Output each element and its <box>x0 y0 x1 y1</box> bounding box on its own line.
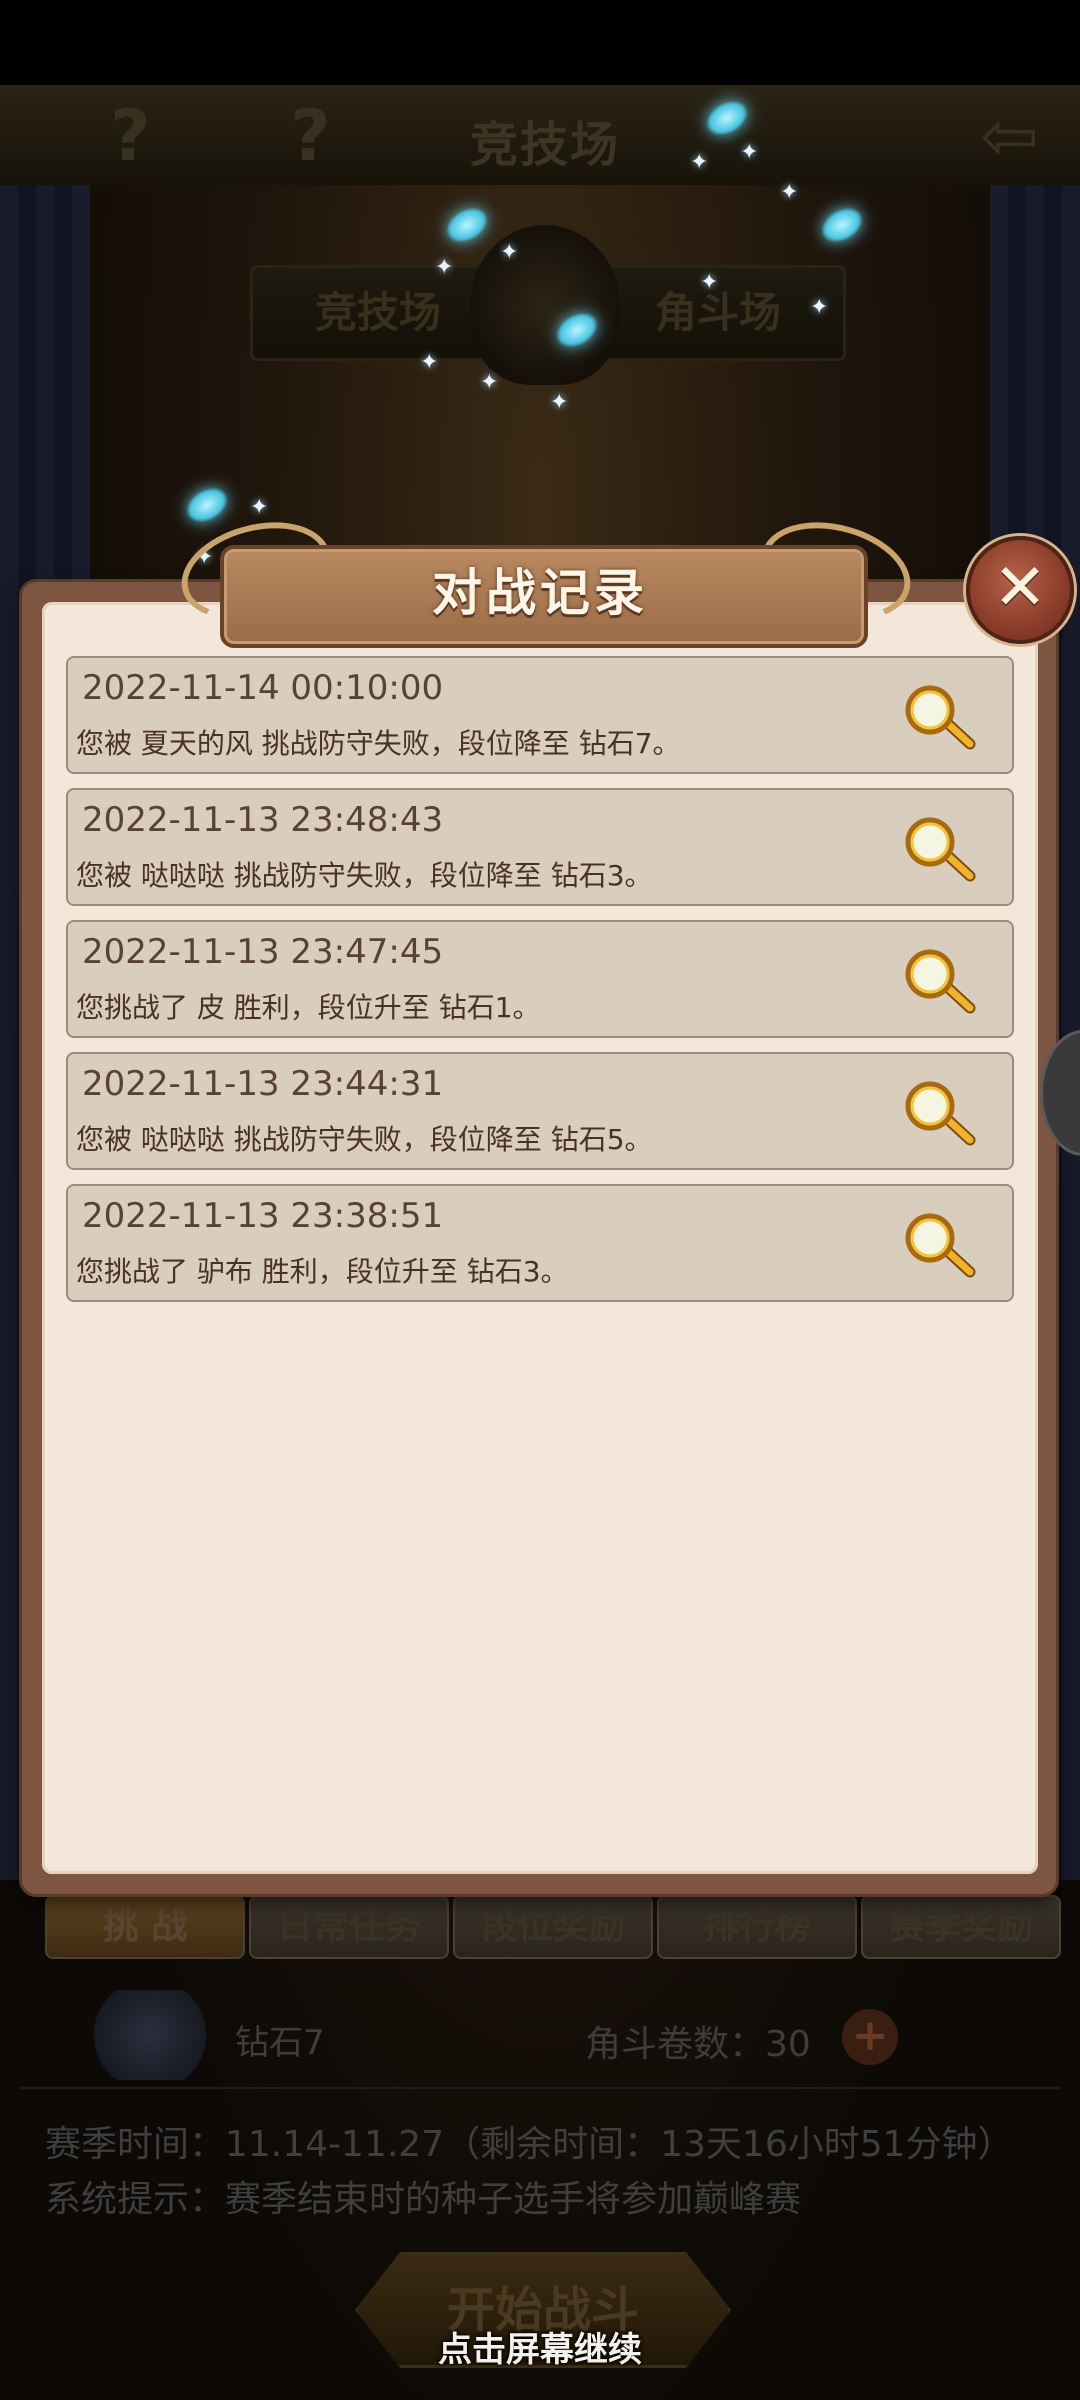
record-time: 2022-11-13 23:48:43 <box>82 800 444 840</box>
sparkle-icon: ✦ <box>810 295 829 320</box>
tap-to-continue-hint[interactable]: 点击屏幕继续 <box>0 2322 1080 2371</box>
record-description: 您挑战了 驴布 胜利，段位升至 钻石3。 <box>76 1255 569 1288</box>
bottom-tabs: 挑 战 日常任务 段位奖励 排行榜 赛季奖励 <box>45 1895 1061 1959</box>
magnifier-icon[interactable] <box>900 1210 980 1280</box>
system-hint: 系统提示：赛季结束时的种子选手将参加巅峰赛 <box>45 2179 802 2220</box>
tab-rank-rewards[interactable]: 段位奖励 <box>453 1895 653 1959</box>
tab-challenge[interactable]: 挑 战 <box>45 1895 245 1959</box>
season-time: 赛季时间：11.14-11.27（剩余时间：13天16小时51分钟） <box>45 2124 1014 2165</box>
record-list: 2022-11-14 00:10:00 您被 夏天的风 挑战防守失败，段位降至 … <box>66 656 1014 1316</box>
close-icon: ✕ <box>993 551 1047 625</box>
sparkle-icon: ✦ <box>250 495 269 520</box>
sparkle-icon: ✦ <box>700 270 719 295</box>
record-description: 您被 哒哒哒 挑战防守失败，段位降至 钻石5。 <box>76 1123 653 1156</box>
dialog-title: 对战记录 <box>432 564 648 622</box>
add-horn-button[interactable]: + <box>842 2009 898 2065</box>
record-description: 您被 哒哒哒 挑战防守失败，段位降至 钻石3。 <box>76 859 653 892</box>
tab-season-rewards[interactable]: 赛季奖励 <box>861 1895 1061 1959</box>
magnifier-icon[interactable] <box>900 1078 980 1148</box>
record-time: 2022-11-13 23:38:51 <box>82 1196 444 1236</box>
back-arrow-icon[interactable]: ⇦ <box>980 95 1039 177</box>
record-time: 2022-11-13 23:47:45 <box>82 932 444 972</box>
top-bar: ? ? 竞技场 ⇦ <box>0 85 1080 185</box>
tab-daily-tasks[interactable]: 日常任务 <box>249 1895 449 1959</box>
record-description: 您挑战了 皮 胜利，段位升至 钻石1。 <box>76 991 541 1024</box>
horn-count: 角斗卷数：30 <box>585 2024 811 2065</box>
sparkle-icon: ✦ <box>740 140 759 165</box>
page-title: 竞技场 <box>470 117 621 173</box>
magnifier-icon[interactable] <box>900 946 980 1016</box>
record-item: 2022-11-14 00:10:00 您被 夏天的风 挑战防守失败，段位降至 … <box>66 656 1014 774</box>
record-item: 2022-11-13 23:44:31 您被 哒哒哒 挑战防守失败，段位降至 钻… <box>66 1052 1014 1170</box>
record-time: 2022-11-14 00:10:00 <box>82 668 444 708</box>
close-button[interactable]: ✕ <box>966 536 1074 644</box>
sparkle-icon: ✦ <box>420 350 439 375</box>
rank-row: 钻石7 角斗卷数：30 + <box>0 1985 1080 2085</box>
magnifier-icon[interactable] <box>900 682 980 752</box>
sparkle-icon: ✦ <box>690 150 709 175</box>
sparkle-icon: ✦ <box>550 390 569 415</box>
divider <box>20 2087 1060 2089</box>
rank-badge-icon <box>85 1990 215 2080</box>
sparkle-icon: ✦ <box>480 370 499 395</box>
record-item: 2022-11-13 23:47:45 您挑战了 皮 胜利，段位升至 钻石1。 <box>66 920 1014 1038</box>
help-icon: ? <box>290 95 331 177</box>
sparkle-icon: ✦ <box>780 180 799 205</box>
help-icon[interactable]: ? <box>110 95 151 177</box>
record-time: 2022-11-13 23:44:31 <box>82 1064 444 1104</box>
rank-name: 钻石7 <box>235 2023 325 2063</box>
magnifier-icon[interactable] <box>900 814 980 884</box>
record-item: 2022-11-13 23:48:43 您被 哒哒哒 挑战防守失败，段位降至 钻… <box>66 788 1014 906</box>
arena-emblem-icon <box>470 225 620 385</box>
sparkle-icon: ✦ <box>435 255 454 280</box>
record-item: 2022-11-13 23:38:51 您挑战了 驴布 胜利，段位升至 钻石3。 <box>66 1184 1014 1302</box>
tab-leaderboard[interactable]: 排行榜 <box>657 1895 857 1959</box>
record-description: 您被 夏天的风 挑战防守失败，段位降至 钻石7。 <box>76 727 681 760</box>
sparkle-icon: ✦ <box>500 240 519 265</box>
tab-arena[interactable]: 竞技场 <box>250 265 506 361</box>
